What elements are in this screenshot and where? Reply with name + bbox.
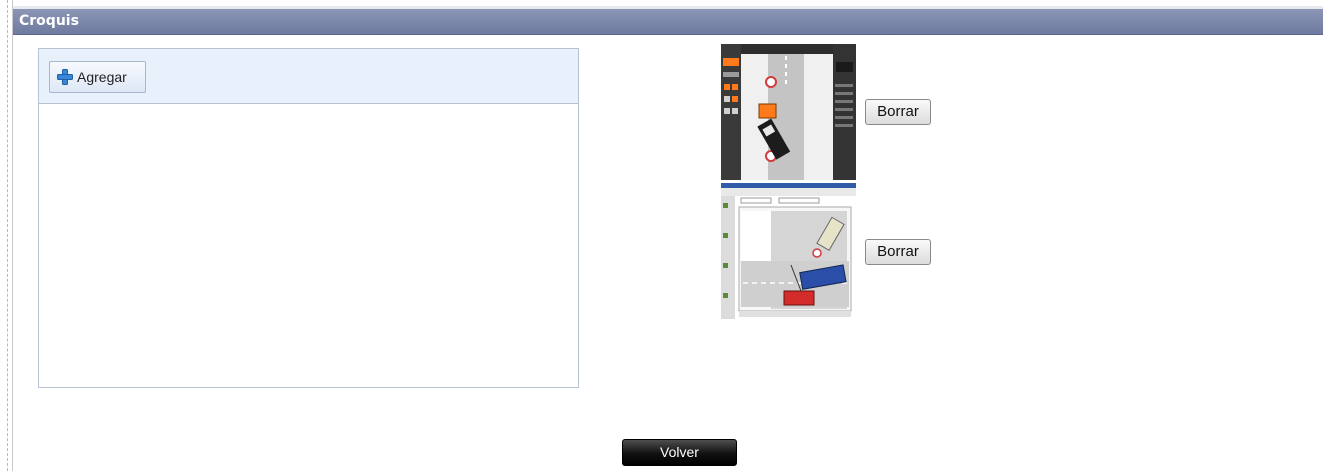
left-dashed-guide	[7, 0, 8, 471]
section-title: Croquis	[19, 13, 79, 29]
upload-toolbar: Agregar	[39, 49, 578, 104]
delete-button-1[interactable]: Borrar	[865, 99, 931, 125]
sketch-thumbnail-1	[721, 44, 856, 180]
add-button-label: Agregar	[77, 69, 127, 85]
add-button[interactable]: Agregar	[49, 61, 146, 93]
sketch-thumbnail-2	[721, 183, 856, 319]
delete-button-2[interactable]: Borrar	[865, 239, 931, 265]
section-header: Croquis	[13, 9, 1323, 35]
plus-icon	[57, 69, 73, 85]
upload-panel: Agregar	[38, 48, 579, 388]
back-button[interactable]: Volver	[622, 439, 737, 466]
